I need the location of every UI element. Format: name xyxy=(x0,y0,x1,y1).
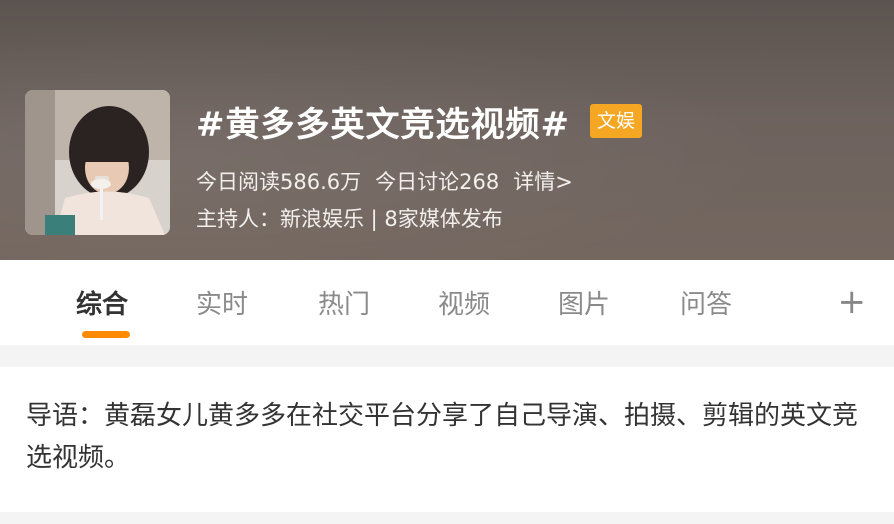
tab-comprehensive[interactable]: 综合 xyxy=(76,284,128,321)
topic-title: #黄多多英文竞选视频# xyxy=(196,104,570,145)
tab-images[interactable]: 图片 xyxy=(558,284,610,321)
tab-bar: 综合 实时 热门 视频 图片 问答 xyxy=(0,260,894,345)
topic-stats: 今日阅读586.6万 今日讨论268 详情> xyxy=(196,166,573,196)
host-info: 主持人：新浪娱乐 | 8家媒体发布 xyxy=(196,207,503,231)
category-tag[interactable]: 文娱 xyxy=(589,104,642,138)
tab-hot[interactable]: 热门 xyxy=(318,284,370,321)
intro-card: 导语：黄磊女儿黄多多在社交平台分享了自己导演、拍摄、剪辑的英文竞选视频。 xyxy=(0,367,894,512)
add-tab-icon[interactable]: + xyxy=(838,282,867,322)
tab-qa[interactable]: 问答 xyxy=(680,284,732,321)
topic-header: #黄多多英文竞选视频# 文娱 今日阅读586.6万 今日讨论268 详情> 主持… xyxy=(0,0,894,260)
details-link[interactable]: 详情> xyxy=(513,166,573,196)
tab-video[interactable]: 视频 xyxy=(438,284,490,321)
tab-realtime[interactable]: 实时 xyxy=(196,284,248,321)
discussion-count: 今日讨论268 xyxy=(375,170,500,194)
title-row: #黄多多英文竞选视频# 文娱 xyxy=(196,96,642,146)
avatar-photo xyxy=(25,90,170,235)
topic-avatar[interactable] xyxy=(25,90,170,235)
read-count: 今日阅读586.6万 xyxy=(196,170,362,194)
intro-text: 导语：黄磊女儿黄多多在社交平台分享了自己导演、拍摄、剪辑的英文竞选视频。 xyxy=(26,401,859,473)
active-tab-indicator xyxy=(82,331,130,338)
